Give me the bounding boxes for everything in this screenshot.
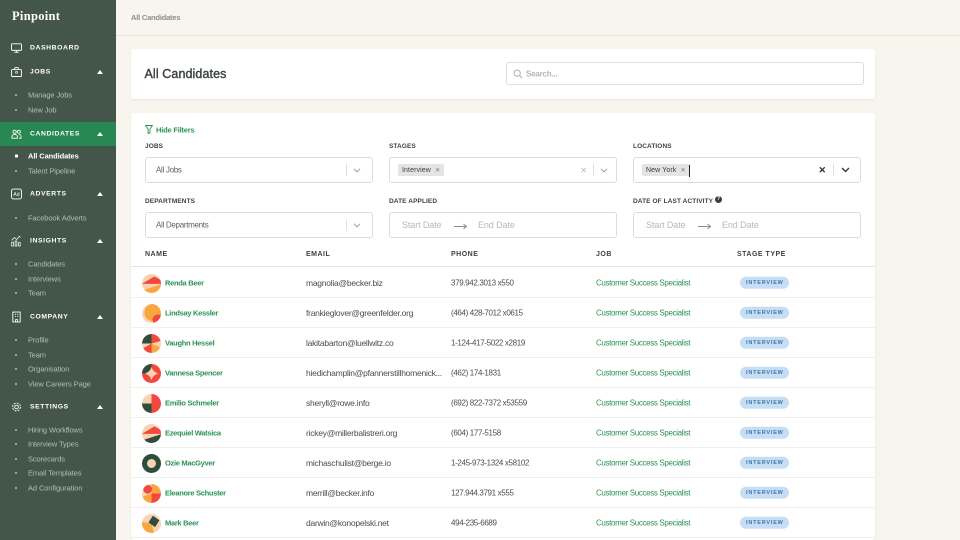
svg-text:Ad: Ad	[13, 192, 19, 198]
